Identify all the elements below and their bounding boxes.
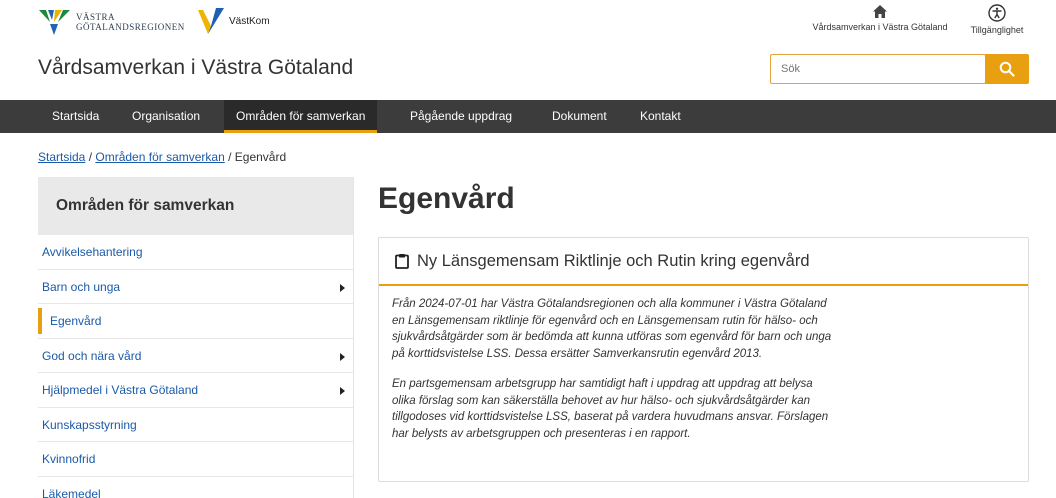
news-card-header: Ny Länsgemensam Riktlinje och Rutin krin… bbox=[379, 238, 1028, 286]
vgr-logo-icon bbox=[39, 10, 70, 35]
page-title: Egenvård bbox=[378, 182, 515, 215]
breadcrumb-separator: / bbox=[85, 150, 96, 164]
breadcrumb-current: Egenvård bbox=[234, 150, 287, 164]
sidebar-item-egenvard[interactable]: Egenvård bbox=[38, 304, 353, 339]
vgr-logo-line1: VÄSTRA bbox=[76, 12, 116, 22]
sidebar-item-barn-och-unga[interactable]: Barn och unga bbox=[38, 270, 353, 304]
home-link-label: Vårdsamverkan i Västra Götaland bbox=[812, 22, 948, 32]
nav-item-pagaende-uppdrag[interactable]: Pågående uppdrag bbox=[398, 100, 524, 133]
sidebar-item-hjalpmedel[interactable]: Hjälpmedel i Västra Götaland bbox=[38, 373, 353, 408]
chevron-right-icon[interactable] bbox=[340, 352, 345, 361]
breadcrumb-parent[interactable]: Områden för samverkan bbox=[95, 150, 224, 164]
sidebar-item-label: Kvinnofrid bbox=[42, 452, 96, 466]
sidebar-item-label: Kunskapsstyrning bbox=[42, 417, 137, 432]
nav-item-startsida[interactable]: Startsida bbox=[40, 100, 111, 133]
sidebar-item-label: Hjälpmedel i Västra Götaland bbox=[42, 383, 199, 397]
vgr-logo-line2: GÖTALANDSREGIONEN bbox=[76, 22, 185, 32]
site-title[interactable]: Vårdsamverkan i Västra Götaland bbox=[38, 56, 353, 80]
sidebar-item-god-och-nara-vard[interactable]: God och nära vård bbox=[38, 339, 353, 373]
clipboard-icon bbox=[395, 254, 409, 269]
sidebar-heading: Områden för samverkan bbox=[38, 177, 353, 235]
news-paragraph: Från 2024-07-01 har Västra Götalandsregi… bbox=[392, 298, 832, 360]
chevron-right-icon[interactable] bbox=[340, 387, 345, 395]
news-card-title: Ny Länsgemensam Riktlinje och Rutin krin… bbox=[417, 251, 810, 270]
accessibility-link[interactable]: Tillgänglighet bbox=[962, 4, 1032, 35]
search-icon bbox=[999, 61, 1015, 77]
sidebar: Områden för samverkan Avvikelsehantering… bbox=[38, 177, 354, 498]
news-paragraph: En partsgemensam arbetsgrupp har samtidi… bbox=[392, 378, 829, 440]
vastkom-logo-icon bbox=[198, 8, 224, 34]
sidebar-item-label: God och nära vård bbox=[42, 348, 142, 363]
vgr-logo-text: VÄSTRA GÖTALANDSREGIONEN bbox=[76, 12, 185, 32]
breadcrumb: Startsida / Områden för samverkan / Egen… bbox=[38, 150, 286, 164]
accessibility-icon bbox=[988, 4, 1006, 22]
search-button[interactable] bbox=[985, 54, 1029, 84]
chevron-right-icon[interactable] bbox=[340, 283, 345, 292]
search-field[interactable] bbox=[770, 54, 986, 84]
search-input[interactable] bbox=[771, 55, 985, 83]
vgr-logo[interactable]: VÄSTRA GÖTALANDSREGIONEN bbox=[38, 8, 185, 36]
site-header: VÄSTRA GÖTALANDSREGIONEN VästKom Vårdsam… bbox=[0, 0, 1056, 100]
sidebar-item-kunskapsstyrning[interactable]: Kunskapsstyrning bbox=[38, 408, 353, 442]
news-card: Ny Länsgemensam Riktlinje och Rutin krin… bbox=[378, 237, 1029, 482]
news-card-body: Från 2024-07-01 har Västra Götalandsregi… bbox=[379, 286, 1028, 442]
sidebar-item-kvinnofrid[interactable]: Kvinnofrid bbox=[38, 442, 353, 477]
accessibility-link-label: Tillgänglighet bbox=[970, 25, 1024, 35]
nav-item-kontakt[interactable]: Kontakt bbox=[628, 100, 693, 133]
sidebar-item-label: Barn och unga bbox=[42, 279, 121, 294]
home-icon bbox=[873, 5, 887, 18]
sidebar-item-label: Egenvård bbox=[50, 314, 102, 328]
nav-item-organisation[interactable]: Organisation bbox=[120, 100, 212, 133]
sidebar-item-label: Avvikelsehantering bbox=[42, 245, 143, 259]
nav-item-omraden[interactable]: Områden för samverkan bbox=[224, 100, 378, 133]
vastkom-logo[interactable]: VästKom bbox=[196, 6, 270, 36]
main-nav: Startsida Organisation Områden för samve… bbox=[0, 100, 1056, 133]
sidebar-item-label: Läkemedel bbox=[42, 486, 101, 498]
sidebar-item-avvikelsehantering[interactable]: Avvikelsehantering bbox=[38, 235, 353, 270]
breadcrumb-separator: / bbox=[224, 150, 235, 164]
vastkom-logo-text: VästKom bbox=[229, 15, 270, 27]
breadcrumb-home[interactable]: Startsida bbox=[38, 150, 85, 164]
nav-item-dokument[interactable]: Dokument bbox=[540, 100, 619, 133]
sidebar-item-lakemedel[interactable]: Läkemedel bbox=[38, 477, 353, 498]
